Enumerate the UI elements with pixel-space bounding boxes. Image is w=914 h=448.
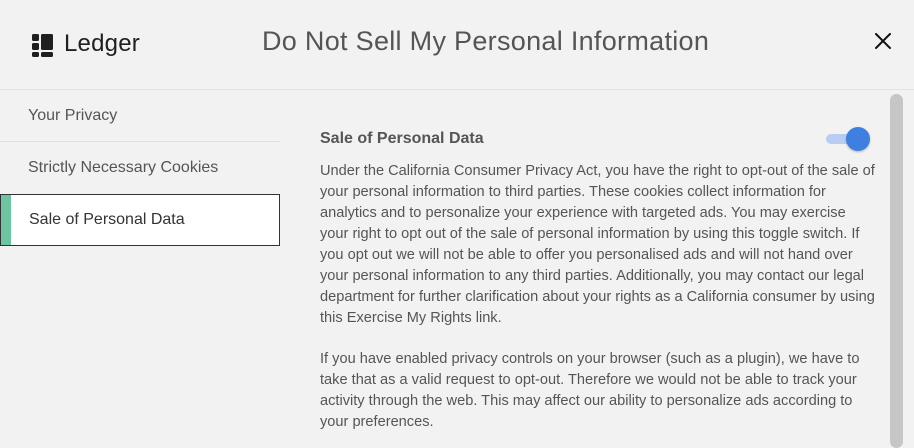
- sidebar-item-your-privacy[interactable]: Your Privacy: [0, 90, 280, 142]
- scrollbar[interactable]: [890, 90, 904, 448]
- close-icon: [875, 33, 891, 49]
- toggle-knob: [846, 127, 870, 151]
- modal-header: Ledger Do Not Sell My Personal Informati…: [0, 0, 914, 90]
- ledger-logo: Ledger: [32, 30, 140, 58]
- main-content: Sale of Personal Data Under the Californ…: [320, 90, 880, 448]
- logo-text: Ledger: [64, 30, 140, 57]
- section-title: Sale of Personal Data: [320, 130, 484, 147]
- close-button[interactable]: [868, 26, 898, 56]
- description-paragraph: Under the California Consumer Privacy Ac…: [320, 163, 875, 326]
- description-paragraph: If you have enabled privacy controls on …: [320, 351, 860, 430]
- ledger-logo-icon: [32, 32, 54, 57]
- sidebar-item-strictly-necessary-cookies[interactable]: Strictly Necessary Cookies: [0, 142, 280, 194]
- active-indicator: [1, 195, 11, 245]
- sidebar-item-label: Sale of Personal Data: [29, 211, 185, 228]
- sidebar: Your Privacy Strictly Necessary Cookies …: [0, 90, 280, 448]
- sidebar-item-label: Strictly Necessary Cookies: [28, 159, 219, 176]
- scrollbar-thumb[interactable]: [890, 94, 903, 448]
- sidebar-item-sale-of-personal-data[interactable]: Sale of Personal Data: [0, 194, 280, 246]
- page-title: Do Not Sell My Personal Information: [262, 26, 710, 56]
- sale-of-data-toggle[interactable]: [826, 127, 872, 151]
- sidebar-item-label: Your Privacy: [28, 106, 118, 124]
